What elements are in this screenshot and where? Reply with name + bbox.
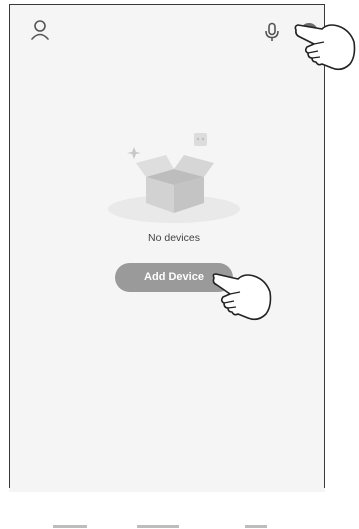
pointing-hand-icon (212, 273, 272, 321)
empty-state-text: No devices (148, 232, 200, 244)
tab-bar-fragment (53, 525, 267, 528)
screen-bottom (9, 488, 325, 492)
microphone-icon[interactable] (264, 22, 280, 42)
app-screen: No devices Add Device (9, 4, 325, 492)
page: No devices Add Device (0, 0, 359, 529)
pointing-hand-icon (294, 24, 356, 71)
user-icon[interactable] (30, 19, 50, 41)
empty-box-icon (108, 133, 240, 223)
